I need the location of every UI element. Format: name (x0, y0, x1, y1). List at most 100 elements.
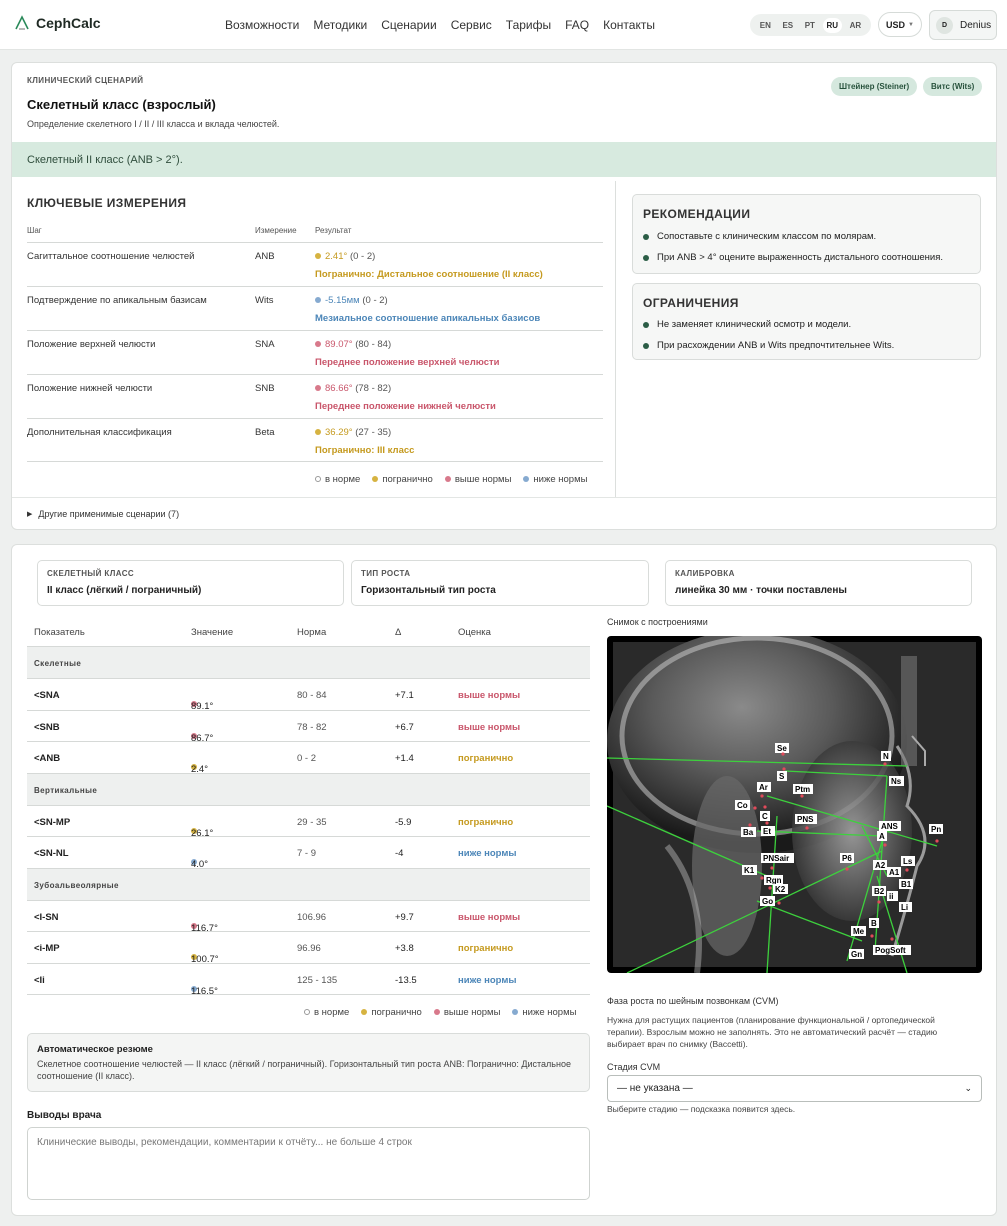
step-label: Положение нижней челюсти (27, 383, 153, 394)
lang-pt[interactable]: PT (801, 18, 819, 33)
svg-text:PogSoft: PogSoft (875, 946, 906, 955)
language-switcher: EN ES PT RU AR (750, 14, 871, 36)
landmark-Li: Li (899, 902, 912, 912)
cvm-hint: Выберите стадию — подсказка появится зде… (607, 1104, 796, 1114)
indicator-norm: 80 - 84 (297, 690, 327, 701)
result-verdict: Переднее положение верхней челюсти (315, 357, 500, 368)
cvm-label: Стадия CVM (607, 1062, 661, 1072)
stat-value: Горизонтальный тип роста (361, 585, 496, 596)
svg-text:Pn: Pn (931, 825, 941, 834)
table-row: <I-SN 116.7° 106.96 +9.7 выше нормы (27, 900, 590, 934)
legend-below: ниже нормы (523, 474, 587, 485)
menu-item-methods[interactable]: Методики (313, 18, 367, 32)
svg-text:Go: Go (762, 897, 773, 906)
indicator-norm: 7 - 9 (297, 848, 317, 859)
lang-ru[interactable]: RU (822, 17, 843, 33)
svg-text:S: S (779, 772, 785, 781)
legend-below: ниже нормы (512, 1007, 576, 1018)
indicator-delta: -13.5 (395, 975, 417, 986)
lang-es[interactable]: ES (778, 18, 797, 33)
page-subtitle: Определение скелетного I / II / III клас… (27, 119, 280, 129)
svg-text:Se: Se (777, 744, 787, 753)
other-scenarios-toggle[interactable]: ▶ Другие применимые сценарии (7) (27, 509, 179, 519)
indicator-rating: погранично (458, 817, 514, 828)
landmark-C: C (760, 811, 770, 821)
cvm-title: Фаза роста по шейным позвонкам (CVM) (607, 996, 779, 1006)
lang-en[interactable]: EN (756, 18, 775, 33)
indicator-delta: +9.7 (395, 912, 414, 923)
svg-text:B1: B1 (901, 880, 912, 889)
menu-item-pricing[interactable]: Тарифы (506, 18, 551, 32)
user-menu[interactable]: D Denius (929, 10, 997, 40)
divider (12, 497, 996, 498)
svg-text:P6: P6 (842, 854, 852, 863)
landmark-K1: K1 (742, 865, 757, 875)
legend-normal: в норме (304, 1007, 349, 1018)
result-value: 36.29° (27 - 35) (315, 427, 391, 438)
avatar: D (936, 16, 953, 34)
svg-text:Et: Et (763, 827, 771, 836)
currency-select[interactable]: USD ▼ (878, 12, 922, 37)
legend-border: погранично (372, 474, 433, 485)
svg-text:Co: Co (737, 801, 748, 810)
menu-item-scenarios[interactable]: Сценарии (381, 18, 436, 32)
stat-value: II класс (лёгкий / пограничный) (47, 585, 202, 596)
svg-text:Ns: Ns (891, 777, 902, 786)
cvm-select[interactable]: — не указана — ⌄ (607, 1075, 982, 1102)
landmark-A1: A1 (887, 867, 901, 877)
landmark-Gn: Gn (849, 949, 864, 959)
legend-above: выше нормы (444, 474, 511, 485)
doctor-notes-title: Выводы врача (27, 1110, 102, 1121)
legend-normal: в норме (315, 474, 360, 485)
landmark-Ls: Ls (901, 856, 915, 866)
triangle-right-icon: ▶ (27, 511, 33, 518)
svg-text:K1: K1 (744, 866, 755, 875)
landmark-Ar: Ar (757, 782, 771, 792)
menu-item-faq[interactable]: FAQ (565, 18, 589, 32)
landmark-Ns: Ns (889, 776, 904, 786)
svg-text:ANS: ANS (881, 822, 899, 831)
col-norm: Норма (297, 627, 327, 638)
indicator-norm: 0 - 2 (297, 753, 317, 764)
indicator-delta: -5.9 (395, 817, 412, 828)
measure-label: Beta (255, 427, 275, 438)
indicator-delta: +7.1 (395, 690, 414, 701)
legend: в норме погранично выше нормы ниже нормы (315, 474, 587, 485)
col-delta: Δ (395, 627, 402, 638)
svg-text:Ptm: Ptm (795, 785, 810, 794)
result-verdict: Погранично: III класс (315, 445, 415, 456)
indicator-rating: погранично (458, 943, 514, 954)
menu-item-features[interactable]: Возможности (225, 18, 299, 32)
currency-value: USD (886, 19, 906, 30)
table-row: Сагиттальное соотношение челюстей ANB 2.… (27, 242, 603, 286)
status-dot (315, 253, 321, 260)
svg-text:C: C (762, 812, 768, 821)
lang-ar[interactable]: AR (846, 18, 866, 33)
method-badge-steiner[interactable]: Штейнер (Steiner) (831, 77, 918, 96)
recommendation-item: Сопоставьте с клиническим классом по мол… (643, 231, 876, 242)
chevron-down-icon: ⌄ (964, 1083, 972, 1093)
menu-item-service[interactable]: Сервис (451, 18, 492, 32)
landmark-Et: Et (761, 826, 775, 836)
stat-growth-type: Тип роста Горизонтальный тип роста (351, 560, 649, 606)
col-value: Значение (191, 627, 234, 638)
indicator-rating: выше нормы (458, 722, 521, 733)
legend-above: выше нормы (433, 1007, 500, 1018)
method-badge-wits[interactable]: Витс (Wits) (923, 77, 983, 96)
doctor-notes-input[interactable]: Клинические выводы, рекомендации, коммен… (27, 1127, 590, 1200)
table-row: <SN-NL 4.0° 7 - 9 -4 ниже нормы (27, 836, 590, 870)
svg-text:K2: K2 (775, 885, 786, 894)
image-label: Снимок с построениями (607, 617, 708, 627)
cephalogram-image[interactable]: Se S N Ns Ar Ptm Co C PNS ANS A Pn Ba Et… (607, 636, 982, 973)
table-row: Положение нижней челюсти SNB 86.66° (78 … (27, 374, 603, 418)
divider (615, 181, 616, 497)
cephalogram-svg: Se S N Ns Ar Ptm Co C PNS ANS A Pn Ba Et… (607, 636, 976, 973)
logo[interactable]: CephCalc (14, 15, 101, 31)
table-row: <Ii 116.5° 125 - 135 -13.5 ниже нормы (27, 963, 590, 997)
landmark-Rgn: Rgn (764, 875, 783, 885)
col-measure: Измерение (255, 226, 297, 235)
menu-item-contacts[interactable]: Контакты (603, 18, 655, 32)
status-dot (315, 429, 321, 436)
svg-text:A: A (879, 832, 885, 841)
landmark-A: A (877, 831, 887, 841)
